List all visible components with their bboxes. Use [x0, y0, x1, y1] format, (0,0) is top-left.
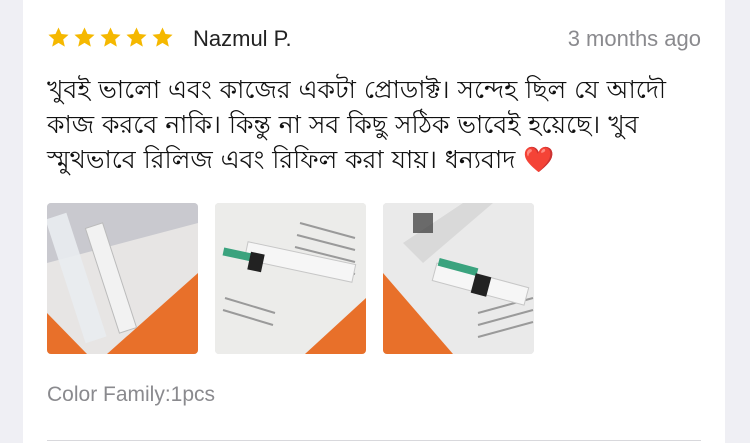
star-icon: [126, 27, 147, 47]
divider: [47, 440, 701, 441]
star-icon: [152, 27, 173, 47]
product-variant: Color Family:1pcs: [47, 383, 216, 406]
star-rating: [47, 26, 174, 49]
review-body: খুবই ভালো এবং কাজের একটা প্রোডাক্ট। সন্দ…: [47, 75, 667, 174]
review-photo[interactable]: [215, 203, 366, 354]
review-photo[interactable]: [383, 203, 534, 354]
review-card: Nazmul P. 3 months ago খুবই ভালো এবং কাজ…: [23, 0, 725, 443]
star-icon: [100, 27, 121, 47]
review-header: Nazmul P. 3 months ago: [47, 24, 701, 56]
heart-emoji: ❤️: [523, 145, 555, 174]
star-icon: [48, 27, 69, 47]
review-photo[interactable]: [47, 203, 198, 354]
review-photos: [47, 203, 534, 354]
review-text: খুবই ভালো এবং কাজের একটা প্রোডাক্ট। সন্দ…: [47, 72, 707, 177]
review-date: 3 months ago: [567, 26, 701, 51]
star-icon: [74, 27, 95, 47]
reviewer-name: Nazmul P.: [193, 26, 292, 51]
